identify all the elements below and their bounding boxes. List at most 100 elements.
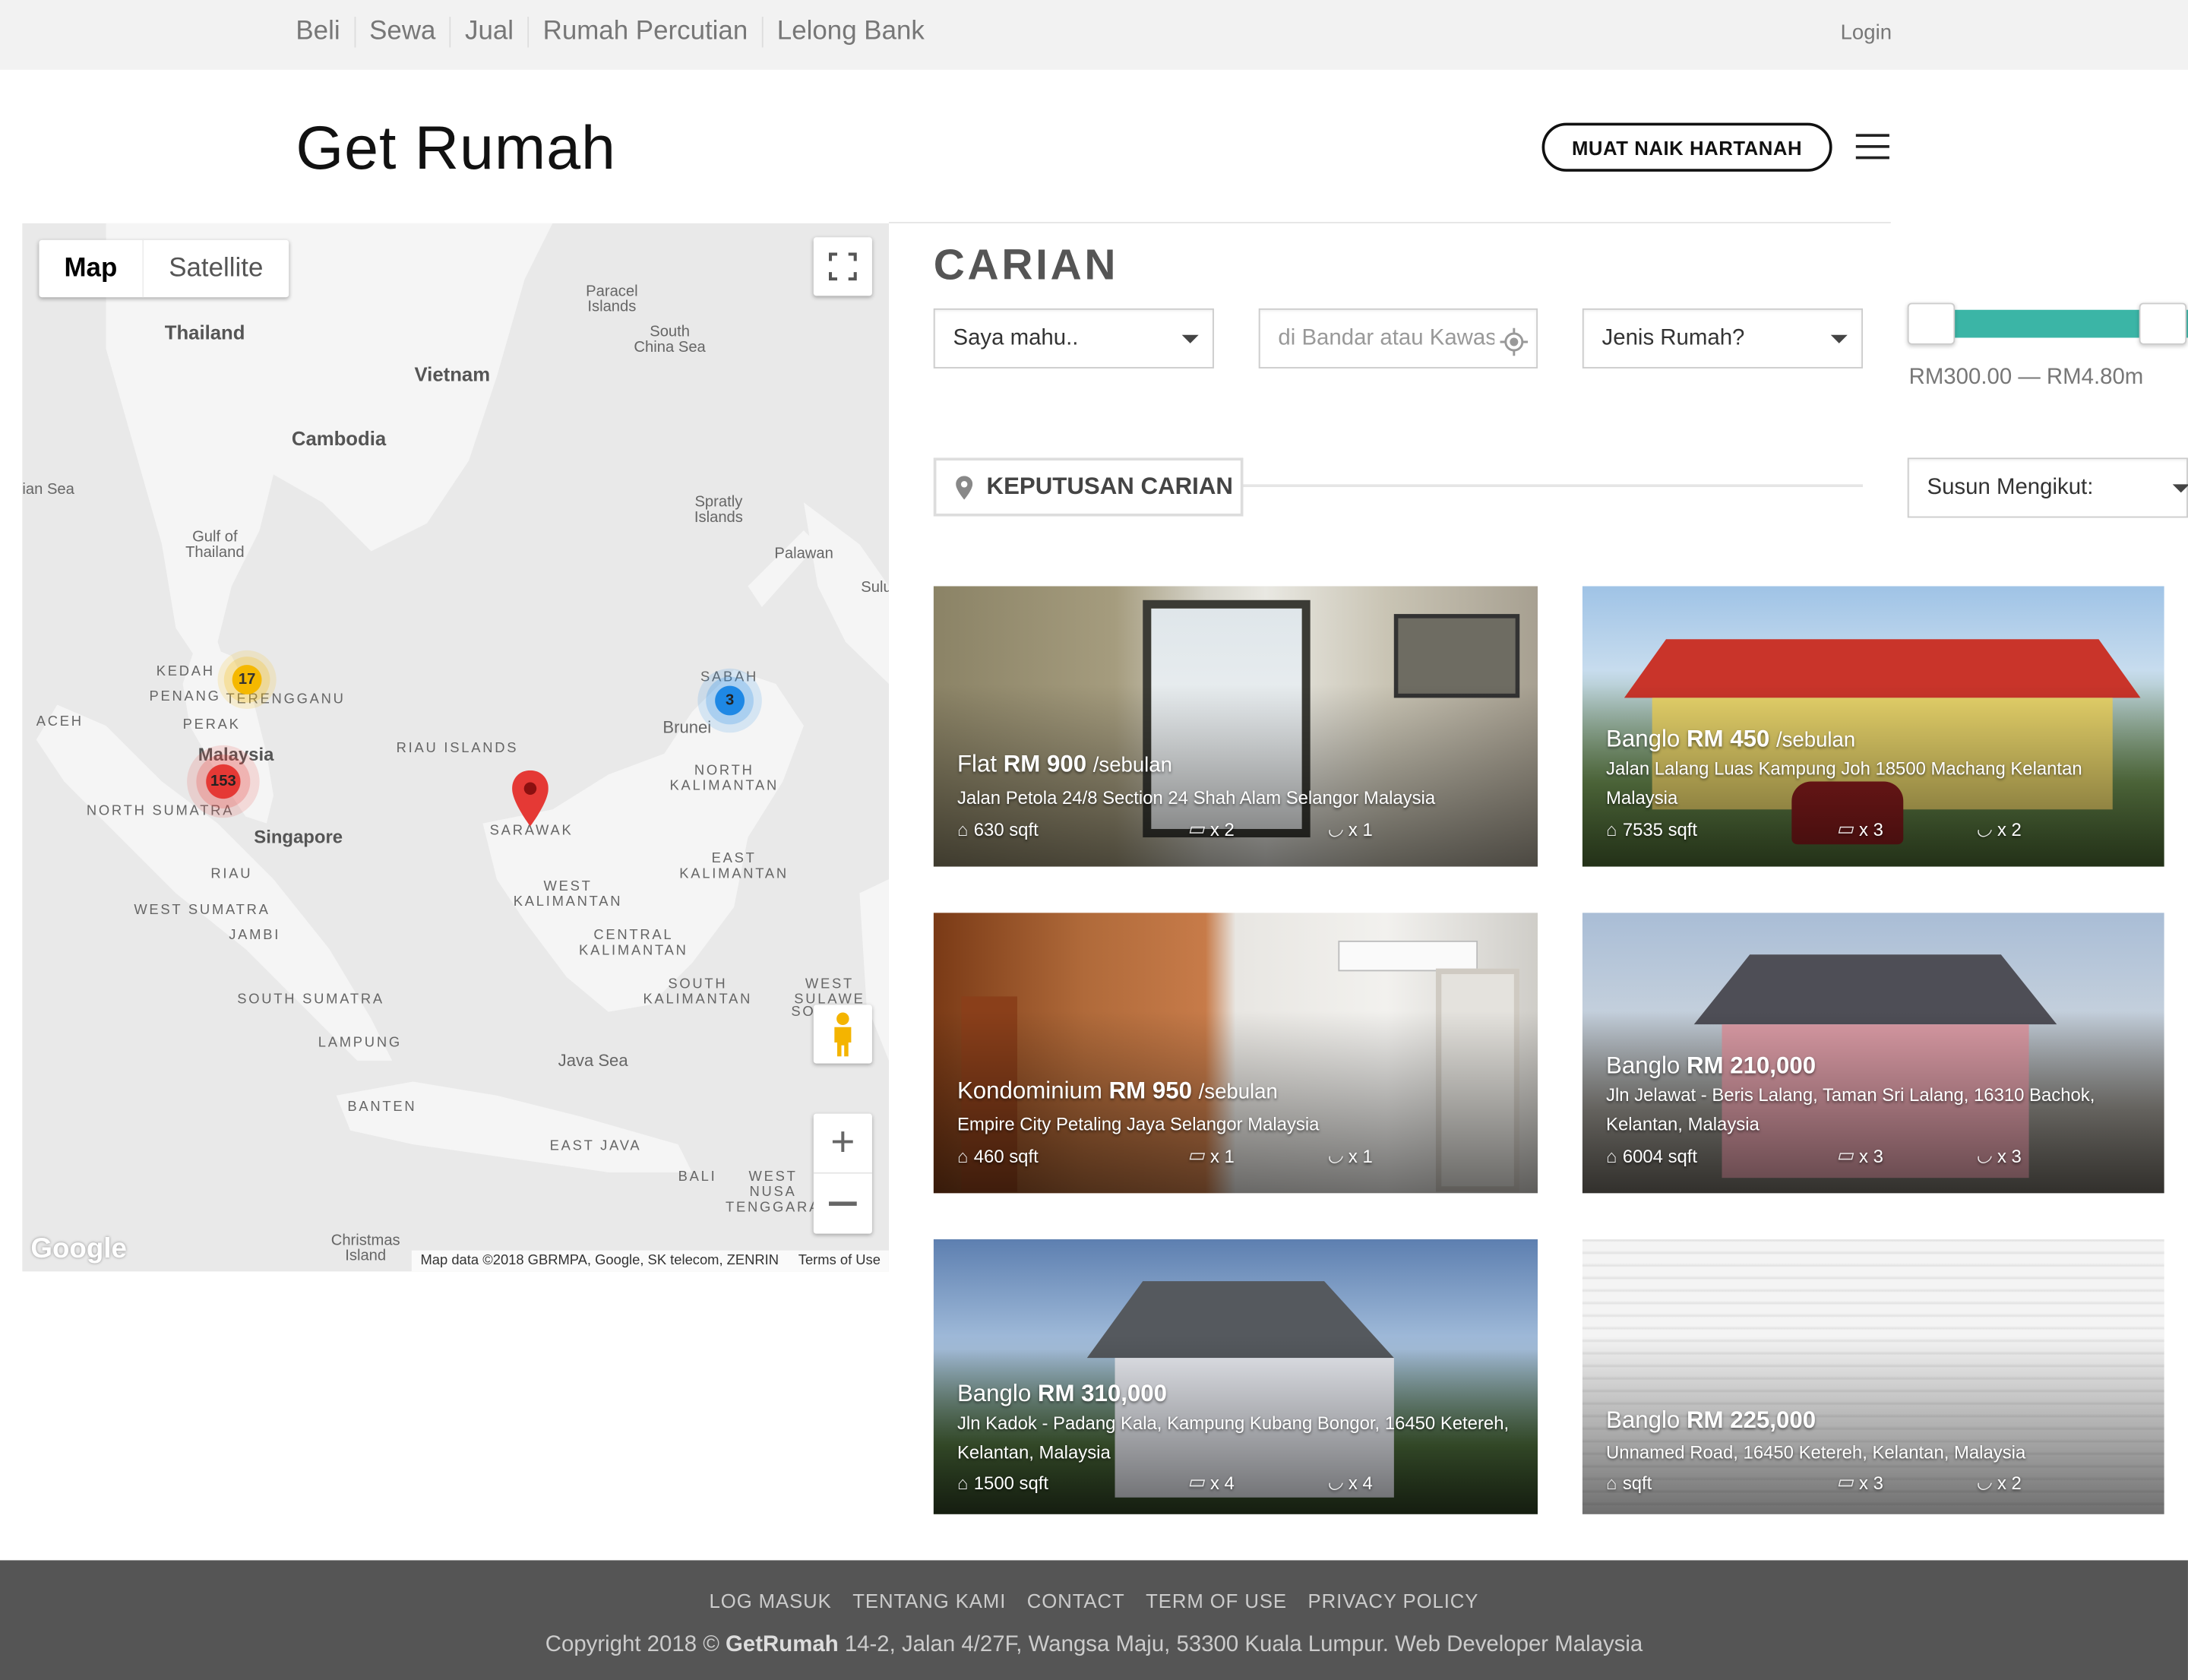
zoom-in-icon[interactable]: + xyxy=(813,1114,872,1174)
listing-baths-value: x 2 xyxy=(1997,1471,2022,1493)
map-label-banten: BANTEN xyxy=(347,1099,417,1115)
top-nav: Beli Sewa Jual Rumah Percutian Lelong Ba… xyxy=(296,17,952,48)
listing-period: /sebulan xyxy=(1092,753,1172,778)
listing-meta: ⌂ sqft ▭ x 3 ◡ x 2 xyxy=(1606,1471,2150,1493)
bed-icon: ▭ xyxy=(1836,818,1854,839)
listing-price: RM 450 xyxy=(1686,726,1770,752)
map-label-east-java: EAST JAVA xyxy=(549,1138,642,1154)
map-label-south-kalimantan: SOUTH KALIMANTAN xyxy=(643,976,753,1008)
google-logo[interactable]: Google xyxy=(30,1234,127,1266)
map-label-wnt: WEST NUSA TENGGARA xyxy=(725,1169,821,1216)
cluster-marker-blue[interactable]: 3 xyxy=(697,668,762,733)
locate-me-icon[interactable] xyxy=(1500,327,1529,356)
map-type-map-button[interactable]: Map xyxy=(39,239,144,298)
listing-period: /sebulan xyxy=(1198,1080,1278,1104)
listing-price: RM 210,000 xyxy=(1686,1052,1816,1079)
footer-link-contact[interactable]: CONTACT xyxy=(1027,1590,1125,1612)
upload-property-button[interactable]: MUAT NAIK HARTANAH xyxy=(1541,122,1832,172)
listing-baths-value: x 2 xyxy=(1997,818,2022,840)
want-select[interactable]: Saya mahu.. xyxy=(933,308,1214,369)
map-label-riau: RIAU xyxy=(210,866,253,882)
bath-icon: ◡ xyxy=(1975,818,1992,839)
sort-select-value: Susun Mengikut: xyxy=(1927,475,2094,499)
zoom-control: + xyxy=(813,1113,872,1234)
price-max-handle[interactable] xyxy=(2139,302,2187,345)
nav-rumah-percutian[interactable]: Rumah Percutian xyxy=(543,17,764,48)
fullscreen-icon[interactable] xyxy=(813,237,872,296)
bed-icon: ▭ xyxy=(1187,1144,1205,1166)
listing-type: Kondominium xyxy=(956,1077,1102,1104)
bed-icon: ▭ xyxy=(1836,1144,1854,1166)
street-view-pegman-icon[interactable] xyxy=(813,1005,872,1064)
nav-lelong-bank[interactable]: Lelong Bank xyxy=(777,17,938,47)
price-min-handle[interactable] xyxy=(1907,302,1956,345)
listing-meta: ⌂ 630 sqft ▭ x 2 ◡ x 1 xyxy=(957,818,1524,840)
map-label-west-sulawesi: WEST SULAWE xyxy=(794,976,865,1008)
footer-link-login[interactable]: LOG MASUK xyxy=(710,1590,832,1612)
map-label-andaman: ian Sea xyxy=(22,481,74,498)
listing-area: ⌂ 7535 sqft xyxy=(1606,818,1836,840)
terms-of-use-link[interactable]: Terms of Use xyxy=(798,1253,881,1268)
nav-jual[interactable]: Jual xyxy=(465,17,530,48)
nav-beli[interactable]: Beli xyxy=(296,17,356,48)
listing-baths: ◡ x 2 xyxy=(1976,1471,2022,1493)
location-input[interactable]: di Bandar atau Kawasan xyxy=(1258,308,1538,369)
want-select-value: Saya mahu.. xyxy=(953,325,1079,350)
map-label-java-sea: Java Sea xyxy=(558,1051,628,1071)
map-type-satellite-button[interactable]: Satellite xyxy=(144,240,288,297)
search-title: CARIAN xyxy=(933,239,1119,289)
login-link[interactable]: Login xyxy=(1841,21,1892,45)
listing-beds-value: x 3 xyxy=(1859,818,1883,840)
listing-type: Banglo xyxy=(1606,1052,1681,1079)
copyright-brand[interactable]: GetRumah xyxy=(726,1633,839,1656)
footer-links: LOG MASUK TENTANG KAMI CONTACT TERM OF U… xyxy=(0,1590,2188,1612)
area-icon: ⌂ xyxy=(1606,1471,1617,1493)
map-label-east-kalimantan: EAST KALIMANTAN xyxy=(679,851,789,882)
listing-beds-value: x 3 xyxy=(1859,1145,1883,1166)
map-label-aceh: ACEH xyxy=(36,714,84,730)
map-label-bali: BALI xyxy=(678,1169,717,1185)
map-label-gulf: Gulf of Thailand xyxy=(185,529,245,562)
bath-icon: ◡ xyxy=(1326,818,1343,839)
cluster-marker-red[interactable]: 153 xyxy=(187,745,260,818)
map-label-lampung: LAMPUNG xyxy=(318,1035,402,1052)
listing-beds-value: x 1 xyxy=(1209,1145,1235,1166)
listing-area-value: sqft xyxy=(1622,1471,1652,1493)
site-logo[interactable]: Get Rumah xyxy=(296,115,615,185)
listing-card[interactable]: Kondominium RM 950 /sebulan Empire City … xyxy=(933,913,1538,1194)
hamburger-menu-icon[interactable] xyxy=(1855,134,1889,160)
map-label-sulu: Sulu xyxy=(861,579,889,596)
bath-icon: ◡ xyxy=(1326,1470,1343,1492)
map-attribution: Map data ©2018 GBRMPA, Google, SK teleco… xyxy=(412,1250,889,1272)
zoom-out-icon[interactable] xyxy=(814,1174,872,1234)
listing-card[interactable]: Banglo RM 210,000 Jln Jelawat - Beris La… xyxy=(1582,913,2164,1194)
sort-select[interactable]: Susun Mengikut: xyxy=(1907,457,2188,518)
listing-address: Unnamed Road, 16450 Ketereh, Kelantan, M… xyxy=(1606,1441,2026,1463)
listing-card[interactable]: Banglo RM 225,000 Unnamed Road, 16450 Ke… xyxy=(1582,1239,2164,1514)
nav-sewa[interactable]: Sewa xyxy=(369,17,451,48)
bath-icon: ◡ xyxy=(1975,1144,1992,1166)
search-results-label: KEPUTUSAN CARIAN xyxy=(933,457,1244,517)
listing-baths-value: x 4 xyxy=(1348,1471,1373,1493)
footer-link-terms[interactable]: TERM OF USE xyxy=(1146,1590,1287,1612)
property-type-value: Jenis Rumah? xyxy=(1601,325,1745,350)
area-icon: ⌂ xyxy=(956,818,969,840)
listing-card[interactable]: Flat RM 900 /sebulan Jalan Petola 24/8 S… xyxy=(933,586,1538,867)
property-type-select[interactable]: Jenis Rumah? xyxy=(1582,308,1863,369)
listing-address: Jalan Petola 24/8 Section 24 Shah Alam S… xyxy=(956,786,1436,808)
listing-baths: ◡ x 1 xyxy=(1327,1144,1373,1166)
map-panel[interactable]: Thailand Vietnam Cambodia Paracel Island… xyxy=(22,223,889,1272)
footer-link-about[interactable]: TENTANG KAMI xyxy=(852,1590,1006,1612)
map-label-north-kalimantan: NORTH KALIMANTAN xyxy=(669,763,779,795)
listing-type: Banglo xyxy=(1606,726,1681,752)
divider xyxy=(888,222,1891,223)
listing-period: /sebulan xyxy=(1776,728,1856,752)
map-pin-icon[interactable] xyxy=(512,770,549,827)
cluster-marker-yellow[interactable]: 17 xyxy=(217,650,277,710)
listing-card[interactable]: Banglo RM 310,000 Jln Kadok - Padang Kal… xyxy=(933,1239,1538,1514)
footer-link-privacy[interactable]: PRIVACY POLICY xyxy=(1308,1590,1479,1612)
listing-beds: ▭ x 3 xyxy=(1836,1144,1976,1166)
listing-card[interactable]: Banglo RM 450 /sebulan Jalan Lalang Luas… xyxy=(1582,586,2164,867)
listing-baths-value: x 1 xyxy=(1348,1145,1373,1166)
listing-area-value: 7535 sqft xyxy=(1622,818,1698,840)
